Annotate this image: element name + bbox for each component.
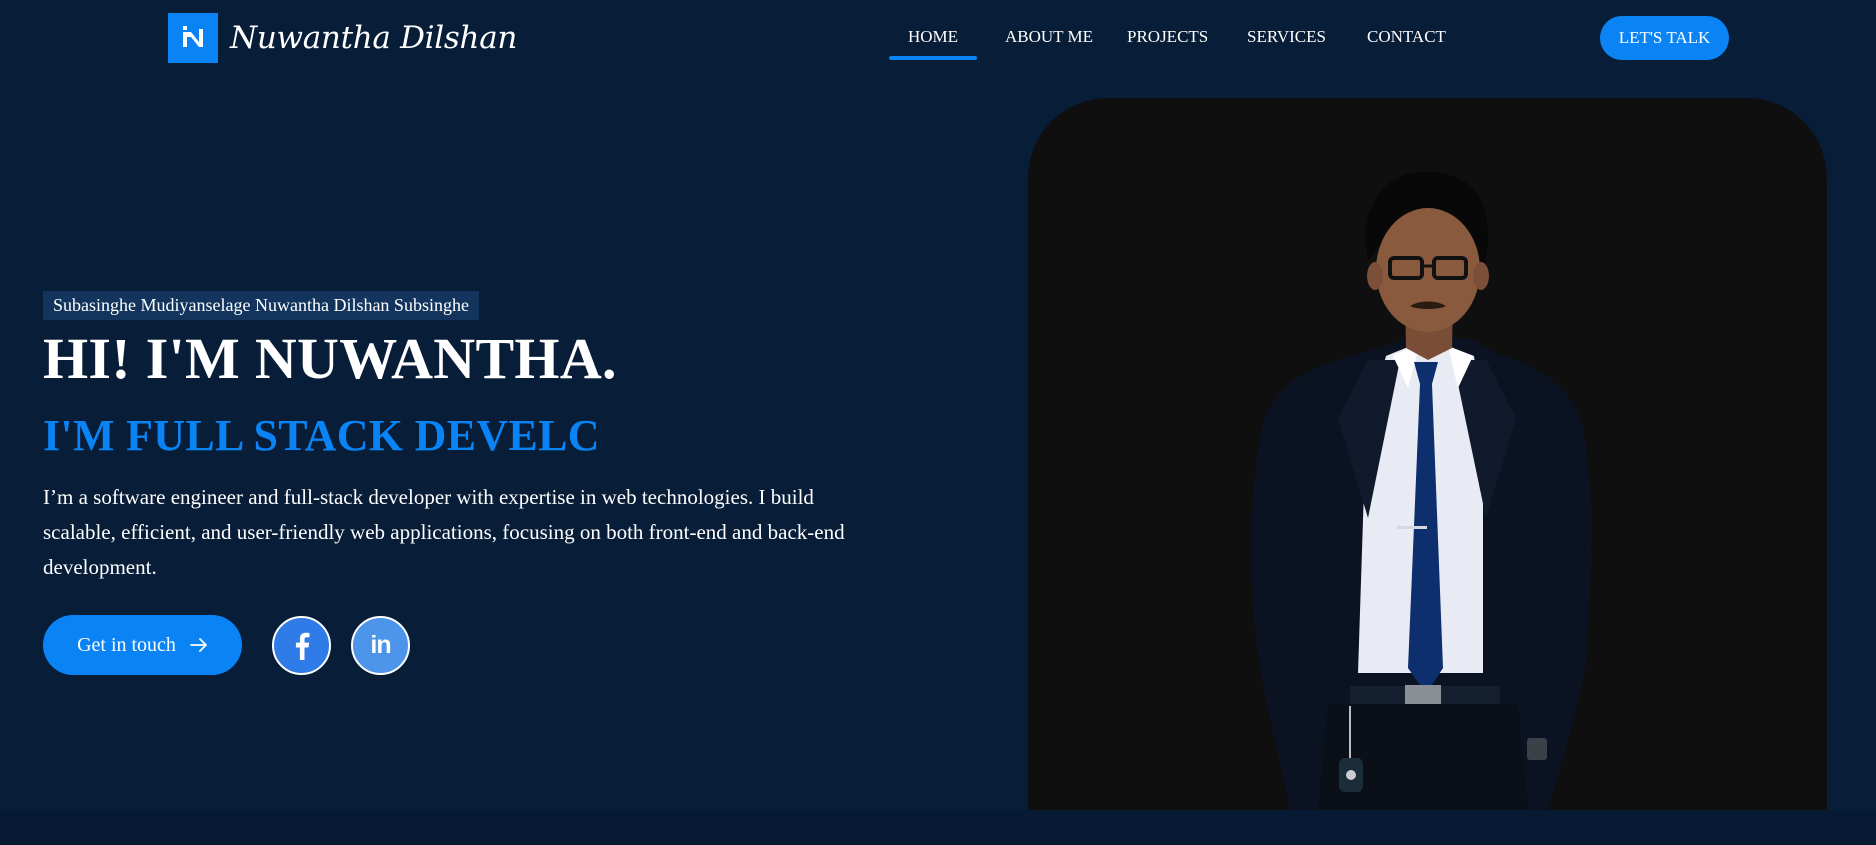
- full-name-chip: Subasinghe Mudiyanselage Nuwantha Dilsha…: [43, 291, 479, 320]
- brand-name: Nuwantha Dilshan: [230, 20, 518, 56]
- hero-title: HI! I'M NUWANTHA.: [43, 326, 617, 391]
- navbar: Nuwantha Dilshan HOME ABOUT ME PROJECTS …: [0, 0, 1876, 76]
- get-in-touch-button[interactable]: Get in touch: [43, 615, 242, 675]
- n-logo-icon: [168, 13, 218, 63]
- get-in-touch-label: Get in touch: [77, 633, 176, 656]
- typed-role-container: I'M FULL STACK DEVELC: [43, 408, 603, 464]
- nav-services[interactable]: SERVICES: [1247, 22, 1326, 62]
- nav-projects[interactable]: PROJECTS: [1127, 22, 1208, 62]
- next-section-edge: [0, 810, 1876, 845]
- lets-talk-button[interactable]: LET'S TALK: [1600, 16, 1729, 60]
- linkedin-link[interactable]: in: [351, 616, 410, 675]
- person-illustration: [1251, 171, 1592, 810]
- facebook-icon: [294, 632, 310, 660]
- arrow-right-icon: [190, 638, 208, 652]
- typed-role-text: I'M FULL STACK DEVELC: [43, 411, 600, 460]
- facebook-link[interactable]: [272, 616, 331, 675]
- main-nav: HOME ABOUT ME PROJECTS SERVICES CONTACT: [889, 22, 1446, 62]
- profile-photo: [1028, 98, 1827, 810]
- linkedin-icon: in: [370, 631, 391, 659]
- hero-description: I’m a software engineer and full-stack d…: [43, 485, 845, 579]
- nav-home[interactable]: HOME: [889, 22, 977, 62]
- nav-contact[interactable]: CONTACT: [1367, 22, 1446, 62]
- brand-logo[interactable]: Nuwantha Dilshan: [168, 13, 517, 63]
- nav-about-me[interactable]: ABOUT ME: [1005, 22, 1093, 62]
